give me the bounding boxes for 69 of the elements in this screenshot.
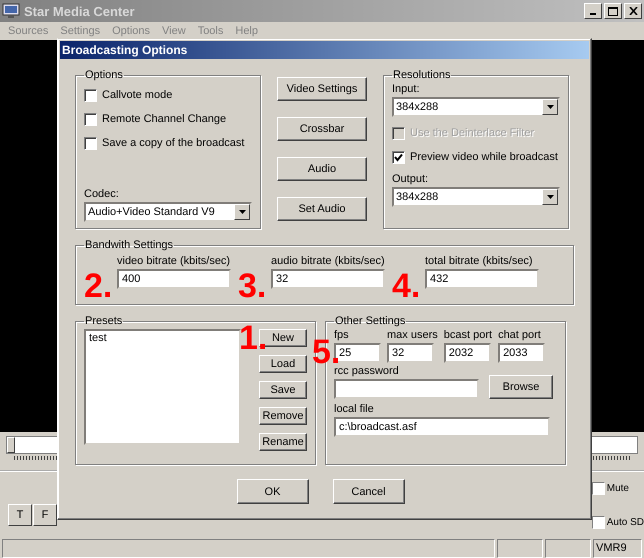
field-label: rcc password: [334, 365, 400, 377]
maximize-button[interactable]: [604, 3, 622, 19]
group-title: Resolutions: [392, 69, 452, 81]
preset-button[interactable]: Remove: [259, 407, 307, 425]
annotation-number: 4.: [392, 271, 420, 301]
field-label: audio bitrate (kbits/sec): [271, 255, 385, 267]
dialog-title: Broadcasting Options: [60, 41, 589, 59]
field-label: bcast port: [444, 329, 492, 341]
field-label: video bitrate (kbits/sec): [117, 255, 231, 267]
input-field[interactable]: c:\broadcast.asf: [334, 417, 550, 437]
field-label: Codec:: [84, 188, 120, 200]
input-field[interactable]: 2032: [444, 343, 491, 363]
checkbox[interactable]: [392, 150, 405, 164]
checkbox[interactable]: [84, 136, 97, 150]
checkbox-label: Mute: [606, 482, 629, 494]
window-title: Star Media Center: [24, 4, 136, 18]
browse-button[interactable]: Browse: [489, 375, 553, 399]
input-field[interactable]: 432: [425, 269, 539, 289]
field-label: total bitrate (kbits/sec): [425, 255, 534, 267]
input-field[interactable]: 400: [117, 269, 231, 289]
password-field[interactable]: [334, 379, 479, 399]
slider-thumb[interactable]: [7, 437, 15, 453]
checkbox[interactable]: [84, 112, 97, 126]
checkbox-label: Preview video while broadcast: [410, 151, 558, 163]
minimize-button[interactable]: [584, 3, 602, 19]
preset-button[interactable]: Save: [259, 381, 307, 399]
close-icon: [628, 7, 638, 15]
input-field[interactable]: 2033: [498, 343, 546, 363]
group-title: Bandwith Settings: [84, 239, 174, 251]
status-pane: VMR9: [593, 539, 642, 558]
checkbox-label: Remote Channel Change: [102, 113, 226, 125]
checkbox[interactable]: [592, 516, 605, 528]
field-label: Output:: [392, 173, 430, 185]
group-title: Presets: [84, 315, 124, 327]
checkbox-label: Save a copy of the broadcast: [102, 137, 244, 149]
checkbox-label: Auto SD: [606, 516, 644, 528]
dropdown[interactable]: 384x288: [392, 97, 560, 117]
field-label: max users: [387, 329, 438, 341]
preset-list[interactable]: test: [84, 329, 241, 445]
field-label: chat port: [498, 329, 542, 341]
group-title: Other Settings: [334, 315, 406, 327]
dropdown[interactable]: 384x288: [392, 187, 560, 207]
preset-button[interactable]: Rename: [259, 433, 307, 451]
status-pane: [497, 539, 543, 558]
preset-button[interactable]: Load: [259, 355, 307, 373]
field-label: local file: [334, 403, 375, 415]
annotation-number: 2.: [84, 271, 112, 301]
group-title: Options: [84, 69, 124, 81]
status-pane: [545, 539, 591, 558]
input-field[interactable]: 32: [387, 343, 434, 363]
player-button[interactable]: T: [8, 504, 32, 526]
close-button[interactable]: [624, 3, 642, 19]
checkbox[interactable]: [84, 88, 97, 102]
action-button[interactable]: Audio: [277, 157, 367, 181]
action-button[interactable]: Crossbar: [277, 117, 367, 141]
list-item[interactable]: test: [89, 332, 236, 344]
dialog-button[interactable]: OK: [236, 479, 308, 504]
action-button[interactable]: Video Settings: [277, 77, 367, 101]
checkbox[interactable]: [592, 482, 605, 494]
dialog-button[interactable]: Cancel: [332, 479, 404, 504]
input-field[interactable]: 32: [271, 269, 385, 289]
field-label: Input:: [392, 83, 421, 95]
maximize-icon: [608, 6, 618, 16]
annotation-number: 3.: [238, 271, 266, 301]
monitor-icon: [2, 3, 20, 19]
player-button[interactable]: F: [33, 504, 57, 526]
dropdown[interactable]: Audio+Video Standard V9: [84, 202, 252, 222]
checkbox-label: Callvote mode: [102, 89, 172, 101]
action-button[interactable]: Set Audio: [277, 197, 367, 221]
